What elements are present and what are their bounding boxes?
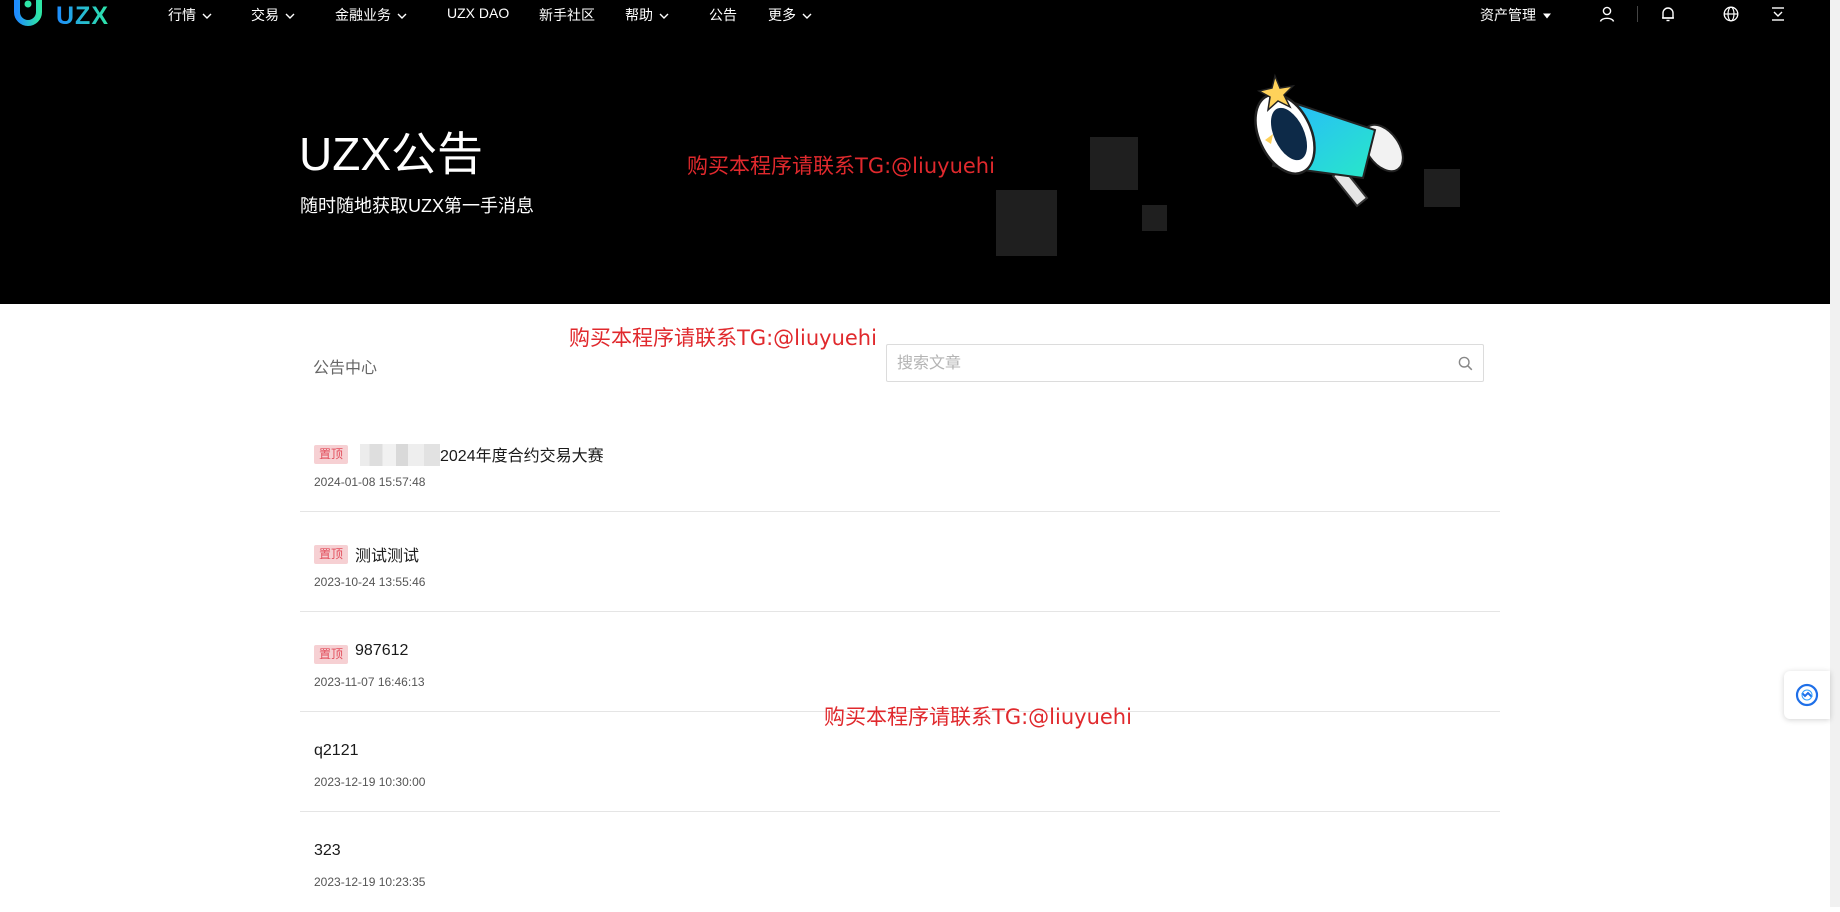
pinned-badge: 置顶 [314,645,349,664]
breadcrumb[interactable]: 公告中心 [313,354,377,378]
nav-item-announcements[interactable]: 公告 [709,5,737,25]
search-input[interactable] [895,345,1459,383]
nav-item-label: 交易 [251,7,279,23]
nav-item-label: 新手社区 [539,7,595,23]
chevron-down-icon [202,13,212,20]
article-date: 2024-01-08 15:57:48 [314,475,426,489]
article-title[interactable]: 323 [314,842,341,860]
nav-item-market[interactable]: 行情 [168,5,212,25]
obscured-text [360,444,440,466]
asset-management-label: 资产管理 [1480,7,1536,23]
article-date: 2023-11-07 16:46:13 [314,675,425,689]
nav-item-label: 帮助 [625,7,653,23]
article-title[interactable]: 987612 [355,642,408,660]
article-title[interactable]: q2121 [314,742,359,760]
asset-management-menu[interactable]: 资产管理 [1480,5,1552,25]
pinned-badge: 置顶 [314,445,349,464]
search-icon[interactable] [1458,356,1473,371]
article-item[interactable]: 323 2023-12-19 10:23:35 [300,812,1500,912]
chevron-down-icon [802,13,812,20]
download-icon[interactable] [1769,5,1787,23]
nav-divider [1637,6,1638,22]
decor-square [1090,137,1138,190]
top-nav: UZX 行情 交易 金融业务 UZX DAO 新手社区 帮助 公告 更多 资产管… [0,0,1830,30]
nav-item-label: 公告 [709,7,737,23]
nav-item-finance[interactable]: 金融业务 [335,5,407,25]
megaphone-icon [1254,73,1404,208]
article-title[interactable]: 测试测试 [355,542,419,566]
hero-banner: UZX公告 随时随地获取UZX第一手消息 购买本程序请联系TG:@liuyueh… [0,30,1830,304]
caret-down-icon [1543,13,1551,19]
watermark-text: 购买本程序请联系TG:@liuyuehi [569,326,877,350]
article-item[interactable]: 置顶 987612 2023-11-07 16:46:13 [300,612,1500,712]
chevron-down-icon [659,13,669,20]
nav-item-help[interactable]: 帮助 [625,5,669,25]
article-date: 2023-12-19 10:23:35 [314,875,426,889]
chevron-down-icon [285,13,295,20]
globe-icon[interactable] [1722,5,1740,23]
pinned-badge: 置顶 [314,545,349,564]
nav-item-label: 行情 [168,7,196,23]
logo-mark-icon [14,0,42,26]
nav-item-label: 更多 [768,7,796,23]
watermark-text: 购买本程序请联系TG:@liuyuehi [687,154,995,178]
chat-support-icon [1795,683,1819,707]
page-title: UZX公告 [299,128,483,180]
article-item[interactable]: 置顶 2024年度合约交易大赛 2024-01-08 15:57:48 [300,412,1500,512]
scrollbar[interactable] [1830,0,1840,907]
nav-item-label: UZX DAO [447,5,510,21]
article-item[interactable]: 置顶 测试测试 2023-10-24 13:55:46 [300,512,1500,612]
decor-square [1424,169,1460,207]
customer-service-button[interactable] [1784,671,1830,719]
bell-icon[interactable] [1659,5,1677,23]
article-item[interactable]: q2121 2023-12-19 10:30:00 [300,712,1500,812]
user-icon[interactable] [1598,5,1616,23]
article-date: 2023-12-19 10:30:00 [314,775,426,789]
chevron-down-icon [397,13,407,20]
nav-item-community[interactable]: 新手社区 [539,5,595,25]
article-date: 2023-10-24 13:55:46 [314,575,426,589]
nav-item-label: 金融业务 [335,7,391,23]
decor-square [996,190,1057,256]
article-title[interactable]: 2024年度合约交易大赛 [440,442,604,466]
page-subtitle: 随时随地获取UZX第一手消息 [300,196,534,216]
nav-item-more[interactable]: 更多 [768,5,812,25]
nav-item-trade[interactable]: 交易 [251,5,295,25]
nav-item-dao[interactable]: UZX DAO [447,5,509,21]
logo-text: UZX [56,2,109,30]
search-box [886,344,1484,383]
decor-square [1142,205,1167,231]
